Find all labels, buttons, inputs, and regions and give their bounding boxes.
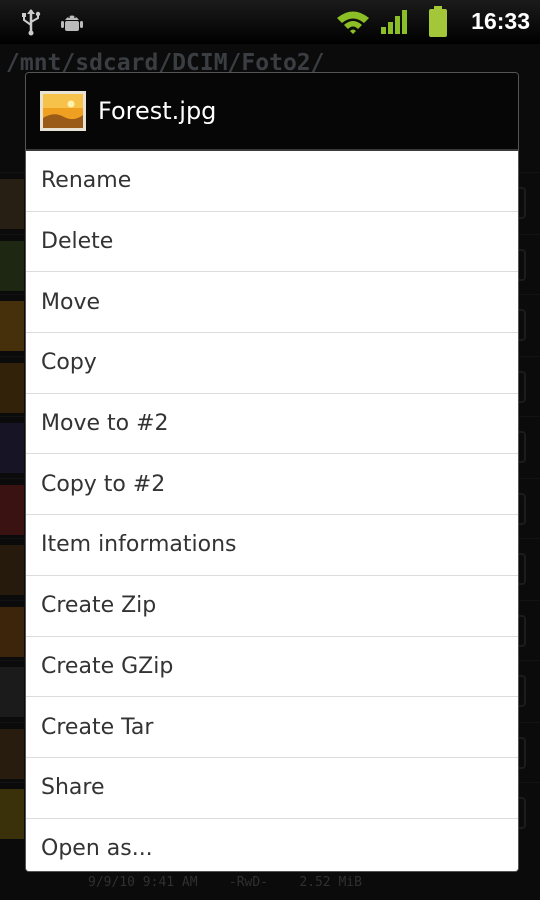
status-time: 16:33 xyxy=(471,8,530,34)
menu-item-create-gzip[interactable]: Create GZip xyxy=(26,636,518,698)
status-bar: 16:33 xyxy=(0,0,540,44)
dialog-header: Forest.jpg xyxy=(26,73,518,151)
menu-item-copy-to-2[interactable]: Copy to #2 xyxy=(26,454,518,516)
menu-item-open-as[interactable]: Open as... xyxy=(26,818,518,871)
battery-icon xyxy=(429,6,447,37)
menu-item-create-zip[interactable]: Create Zip xyxy=(26,575,518,637)
menu-item-copy[interactable]: Copy xyxy=(26,333,518,394)
menu-item-rename[interactable]: Rename xyxy=(26,151,518,212)
signal-icon xyxy=(381,10,407,34)
wifi-icon xyxy=(337,11,369,34)
menu-item-create-tar[interactable]: Create Tar xyxy=(26,697,518,758)
android-debug-icon xyxy=(61,15,83,31)
menu-item-item-informations[interactable]: Item informations xyxy=(26,515,518,576)
context-menu-list: Rename Delete Move Copy Move to #2 Copy … xyxy=(26,151,518,871)
menu-item-move-to-2[interactable]: Move to #2 xyxy=(26,393,518,455)
dialog-title: Forest.jpg xyxy=(98,97,217,125)
image-file-icon xyxy=(40,91,86,131)
usb-icon xyxy=(22,9,41,36)
menu-item-share[interactable]: Share xyxy=(26,757,518,819)
context-menu-dialog: Forest.jpg Rename Delete Move Copy Move … xyxy=(25,72,519,872)
menu-item-move[interactable]: Move xyxy=(26,272,518,334)
menu-item-delete[interactable]: Delete xyxy=(26,211,518,273)
